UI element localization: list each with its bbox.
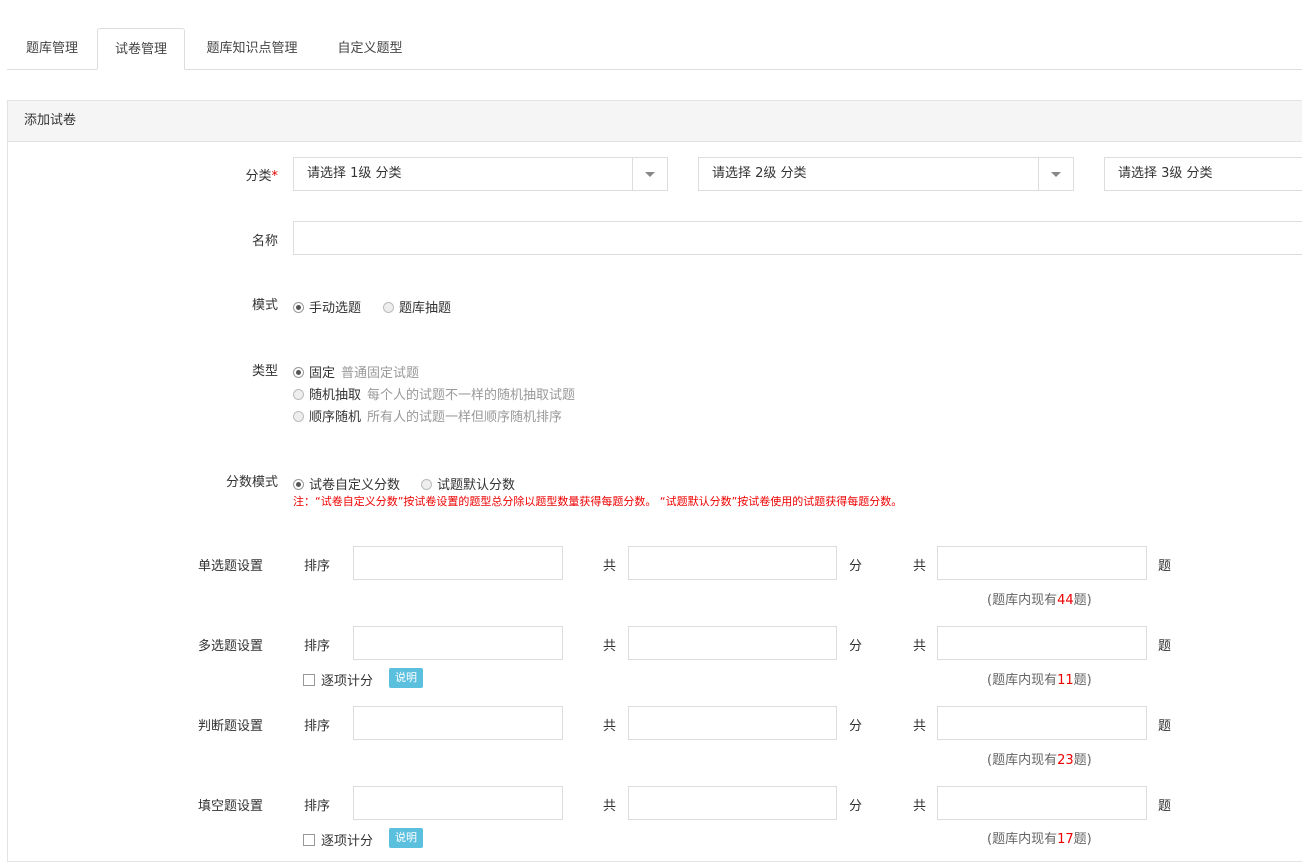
score-mode-label: 分数模式 <box>225 475 278 490</box>
category-label: 分类* <box>245 169 278 184</box>
order-label: 排序 <box>304 559 331 574</box>
type-fixed-radio[interactable]: 固定 普通固定试题 <box>293 362 419 381</box>
true-false-count-input[interactable] <box>937 706 1147 740</box>
count-prefix: 共 <box>913 559 927 574</box>
radio-unchecked-icon <box>383 302 394 313</box>
multi-choice-per-item-checkbox[interactable]: 逐项计分 <box>303 670 373 689</box>
fill-blank-explain-button[interactable]: 说明 <box>389 828 423 848</box>
total-label: 共 <box>603 719 617 734</box>
count-unit: 题 <box>1158 559 1172 574</box>
type-label: 类型 <box>251 364 278 379</box>
fill-blank-label: 填空题设置 <box>198 799 264 814</box>
chevron-down-icon <box>1038 158 1073 190</box>
single-choice-label: 单选题设置 <box>198 559 264 574</box>
multi-choice-points-input[interactable] <box>628 626 837 660</box>
count-prefix: 共 <box>913 799 927 814</box>
true-false-points-input[interactable] <box>628 706 837 740</box>
panel-title: 添加试卷 <box>8 101 1302 142</box>
category-level3-select[interactable]: 请选择 3级 分类 <box>1104 157 1302 191</box>
radio-unchecked-icon <box>421 479 432 490</box>
chevron-down-icon <box>632 158 667 190</box>
radio-unchecked-icon <box>293 411 304 422</box>
points-unit: 分 <box>849 799 863 814</box>
multi-choice-label: 多选题设置 <box>198 639 264 654</box>
order-label: 排序 <box>304 719 331 734</box>
single-choice-order-input[interactable] <box>353 546 563 580</box>
fill-blank-order-input[interactable] <box>353 786 563 820</box>
order-label: 排序 <box>304 639 331 654</box>
total-label: 共 <box>603 799 617 814</box>
fill-blank-per-item-checkbox[interactable]: 逐项计分 <box>303 830 373 849</box>
fill-blank-bank-count: (题库内现有17题) <box>987 832 1092 847</box>
name-label: 名称 <box>251 234 278 249</box>
fill-blank-points-input[interactable] <box>628 786 837 820</box>
multi-choice-bank-count: (题库内现有11题) <box>987 673 1092 688</box>
type-random-radio[interactable]: 随机抽取 每个人的试题不一样的随机抽取试题 <box>293 384 575 403</box>
count-unit: 题 <box>1158 639 1172 654</box>
radio-unchecked-icon <box>293 389 304 400</box>
single-choice-count-input[interactable] <box>937 546 1147 580</box>
count-prefix: 共 <box>913 639 927 654</box>
category-level2-select[interactable]: 请选择 2级 分类 <box>698 157 1074 191</box>
score-default-radio[interactable]: 试题默认分数 <box>421 474 515 493</box>
points-unit: 分 <box>849 559 863 574</box>
points-unit: 分 <box>849 719 863 734</box>
category-level1-select[interactable]: 请选择 1级 分类 <box>293 157 668 191</box>
checkbox-icon <box>303 674 315 686</box>
multi-choice-order-input[interactable] <box>353 626 563 660</box>
tab-custom-question-type[interactable]: 自定义题型 <box>319 28 421 69</box>
count-unit: 题 <box>1158 799 1172 814</box>
checkbox-icon <box>303 834 315 846</box>
radio-checked-icon <box>293 479 304 490</box>
true-false-order-input[interactable] <box>353 706 563 740</box>
fill-blank-count-input[interactable] <box>937 786 1147 820</box>
mode-label: 模式 <box>251 298 278 313</box>
count-prefix: 共 <box>913 719 927 734</box>
mode-manual-radio[interactable]: 手动选题 <box>293 297 361 316</box>
tab-question-bank[interactable]: 题库管理 <box>7 28 97 69</box>
type-shuffle-radio[interactable]: 顺序随机 所有人的试题一样但顺序随机排序 <box>293 406 562 425</box>
order-label: 排序 <box>304 799 331 814</box>
total-label: 共 <box>603 559 617 574</box>
score-mode-note: 注：“试卷自定义分数”按试卷设置的题型总分除以题型数量获得每题分数。 “试题默认… <box>293 495 903 508</box>
total-label: 共 <box>603 639 617 654</box>
tab-bar: 题库管理 试卷管理 题库知识点管理 自定义题型 <box>7 28 1302 70</box>
mode-bank-draw-radio[interactable]: 题库抽题 <box>383 297 451 316</box>
multi-choice-explain-button[interactable]: 说明 <box>389 668 423 688</box>
true-false-label: 判断题设置 <box>198 719 264 734</box>
radio-checked-icon <box>293 302 304 313</box>
count-unit: 题 <box>1158 719 1172 734</box>
radio-checked-icon <box>293 367 304 378</box>
score-custom-radio[interactable]: 试卷自定义分数 <box>293 474 400 493</box>
single-choice-bank-count: (题库内现有44题) <box>987 593 1092 608</box>
paper-name-input[interactable] <box>293 221 1302 255</box>
true-false-bank-count: (题库内现有23题) <box>987 753 1092 768</box>
tab-paper-management[interactable]: 试卷管理 <box>97 28 185 70</box>
single-choice-points-input[interactable] <box>628 546 837 580</box>
multi-choice-count-input[interactable] <box>937 626 1147 660</box>
tab-knowledge-points[interactable]: 题库知识点管理 <box>189 28 315 69</box>
points-unit: 分 <box>849 639 863 654</box>
